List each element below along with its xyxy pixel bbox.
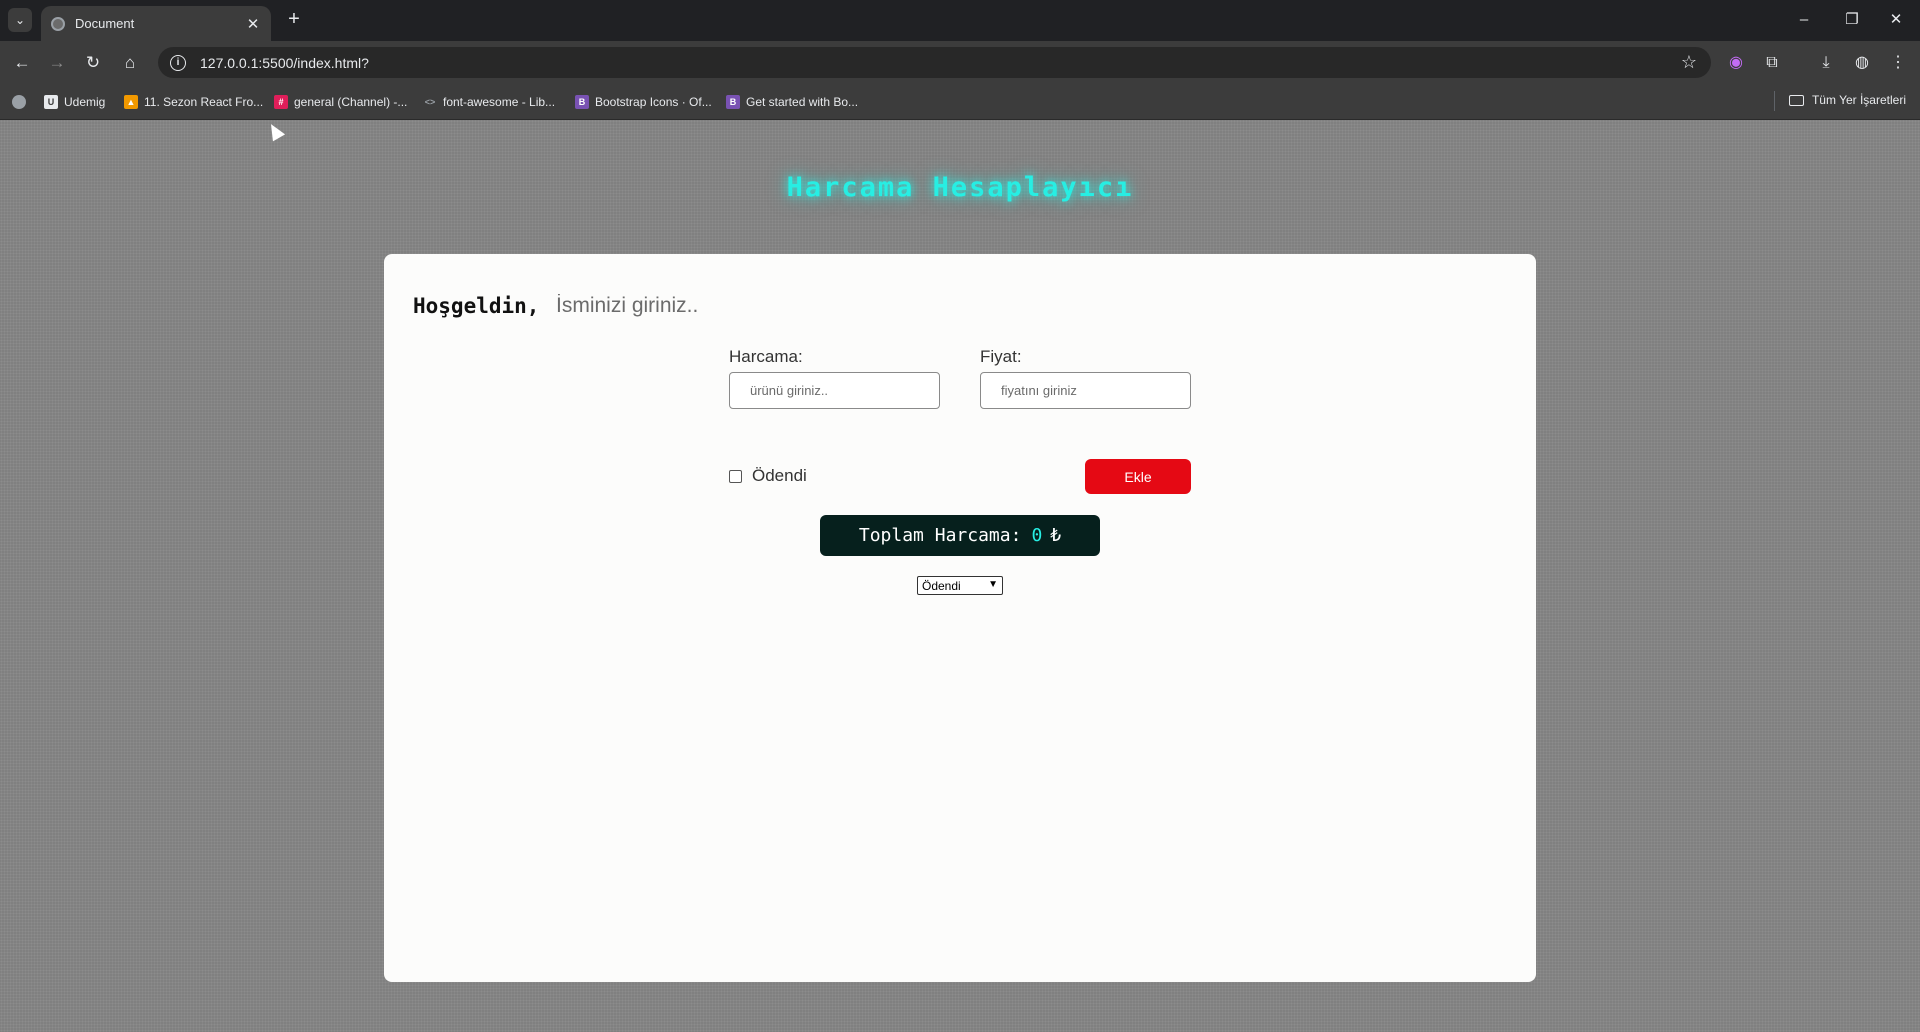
all-bookmarks-folder[interactable]: Tüm Yer İşaretleri xyxy=(1788,93,1906,107)
reload-icon[interactable]: ↻ xyxy=(80,50,106,76)
udemig-icon: U xyxy=(44,95,58,109)
apps-icon[interactable] xyxy=(12,93,32,111)
code-icon: <> xyxy=(424,97,436,107)
add-button[interactable]: Ekle xyxy=(1085,459,1191,494)
main-card: Hoşgeldin, Harcama: Fiyat: Ödendi Ekle T… xyxy=(384,254,1536,982)
paid-label: Ödendi xyxy=(752,466,807,485)
download-icon[interactable]: ⤓ xyxy=(1816,53,1836,73)
browser-toolbar: ← → ↻ ⌂ i 127.0.0.1:5500/index.html? ☆ ◉… xyxy=(0,41,1920,83)
welcome-text: Hoşgeldin, xyxy=(413,294,540,318)
slack-icon: # xyxy=(274,95,288,109)
price-input[interactable] xyxy=(980,372,1191,409)
expense-input[interactable] xyxy=(729,372,940,409)
filter-selected-value: Ödendi xyxy=(922,578,961,593)
bookmark-react[interactable]: ▲ 11. Sezon React Fro... xyxy=(124,93,263,111)
profile-avatar-icon[interactable]: ◍ xyxy=(1852,53,1872,73)
bookmarks-divider xyxy=(1774,91,1775,111)
close-window-icon[interactable]: ✕ xyxy=(1884,8,1908,32)
tab-search-icon[interactable]: ⌄ xyxy=(8,8,32,32)
tab-bar: ⌄ Document ✕ + – ❐ ✕ xyxy=(0,0,1920,41)
new-tab-icon[interactable]: + xyxy=(282,8,306,32)
address-bar[interactable]: i 127.0.0.1:5500/index.html? ☆ xyxy=(158,47,1711,78)
extensions-puzzle-icon[interactable]: ⧉ xyxy=(1762,53,1782,73)
folder-label: Tüm Yer İşaretleri xyxy=(1811,93,1906,107)
total-label: Toplam Harcama: xyxy=(858,525,1022,546)
page-body: Harcama Hesaplayıcı Hoşgeldin, Harcama: … xyxy=(0,120,1920,1032)
bookmark-bootstrap-start[interactable]: B Get started with Bo... xyxy=(726,93,858,111)
app-title: Harcama Hesaplayıcı xyxy=(786,172,1134,203)
site-info-icon[interactable]: i xyxy=(170,54,186,71)
bookmark-label: Bootstrap Icons · Of... xyxy=(595,95,712,109)
back-icon[interactable]: ← xyxy=(9,50,35,76)
expense-label: Harcama: xyxy=(729,347,803,366)
folder-icon xyxy=(1788,94,1804,106)
chevron-down-icon: ▼ xyxy=(988,579,998,590)
bookmark-slack[interactable]: # general (Channel) -... xyxy=(274,93,407,111)
total-expense-box: Toplam Harcama: 0 ₺ xyxy=(820,515,1100,556)
currency-symbol: ₺ xyxy=(1050,525,1062,546)
minimize-icon[interactable]: – xyxy=(1792,8,1816,32)
total-amount: 0 xyxy=(1031,525,1043,546)
menu-kebab-icon[interactable]: ⋮ xyxy=(1888,53,1908,73)
bootstrap-icon: B xyxy=(726,95,740,109)
bookmark-label: general (Channel) -... xyxy=(294,95,408,109)
close-tab-icon[interactable]: ✕ xyxy=(245,15,261,33)
bootstrap-icon: B xyxy=(575,95,589,109)
tab-title: Document xyxy=(75,16,135,31)
react-course-icon: ▲ xyxy=(124,95,138,109)
paid-checkbox[interactable] xyxy=(729,470,742,483)
bookmarks-bar: U Udemig ▲ 11. Sezon React Fro... # gene… xyxy=(0,83,1920,120)
filter-select[interactable]: Ödendi ▼ xyxy=(917,576,1003,595)
tab-favicon-icon xyxy=(51,16,65,31)
bookmark-font-awesome[interactable]: <> font-awesome - Lib... xyxy=(423,93,555,111)
restore-icon[interactable]: ❐ xyxy=(1840,8,1864,32)
bookmark-label: Udemig xyxy=(64,95,106,109)
bookmark-star-icon[interactable]: ☆ xyxy=(1681,52,1697,73)
bookmark-bootstrap-icons[interactable]: B Bootstrap Icons · Of... xyxy=(575,93,712,111)
forward-icon[interactable]: → xyxy=(44,50,70,76)
bookmark-label: Get started with Bo... xyxy=(746,95,859,109)
home-icon[interactable]: ⌂ xyxy=(117,50,143,76)
name-input[interactable] xyxy=(556,291,856,321)
extension-icon[interactable]: ◉ xyxy=(1726,53,1746,73)
bookmark-label: 11. Sezon React Fro... xyxy=(144,95,264,109)
url-text: 127.0.0.1:5500/index.html? xyxy=(200,54,369,71)
bookmark-udemig[interactable]: U Udemig xyxy=(44,93,105,111)
tab-document[interactable]: Document ✕ xyxy=(41,6,271,41)
price-label: Fiyat: xyxy=(980,347,1022,366)
bookmark-label: font-awesome - Lib... xyxy=(443,95,556,109)
